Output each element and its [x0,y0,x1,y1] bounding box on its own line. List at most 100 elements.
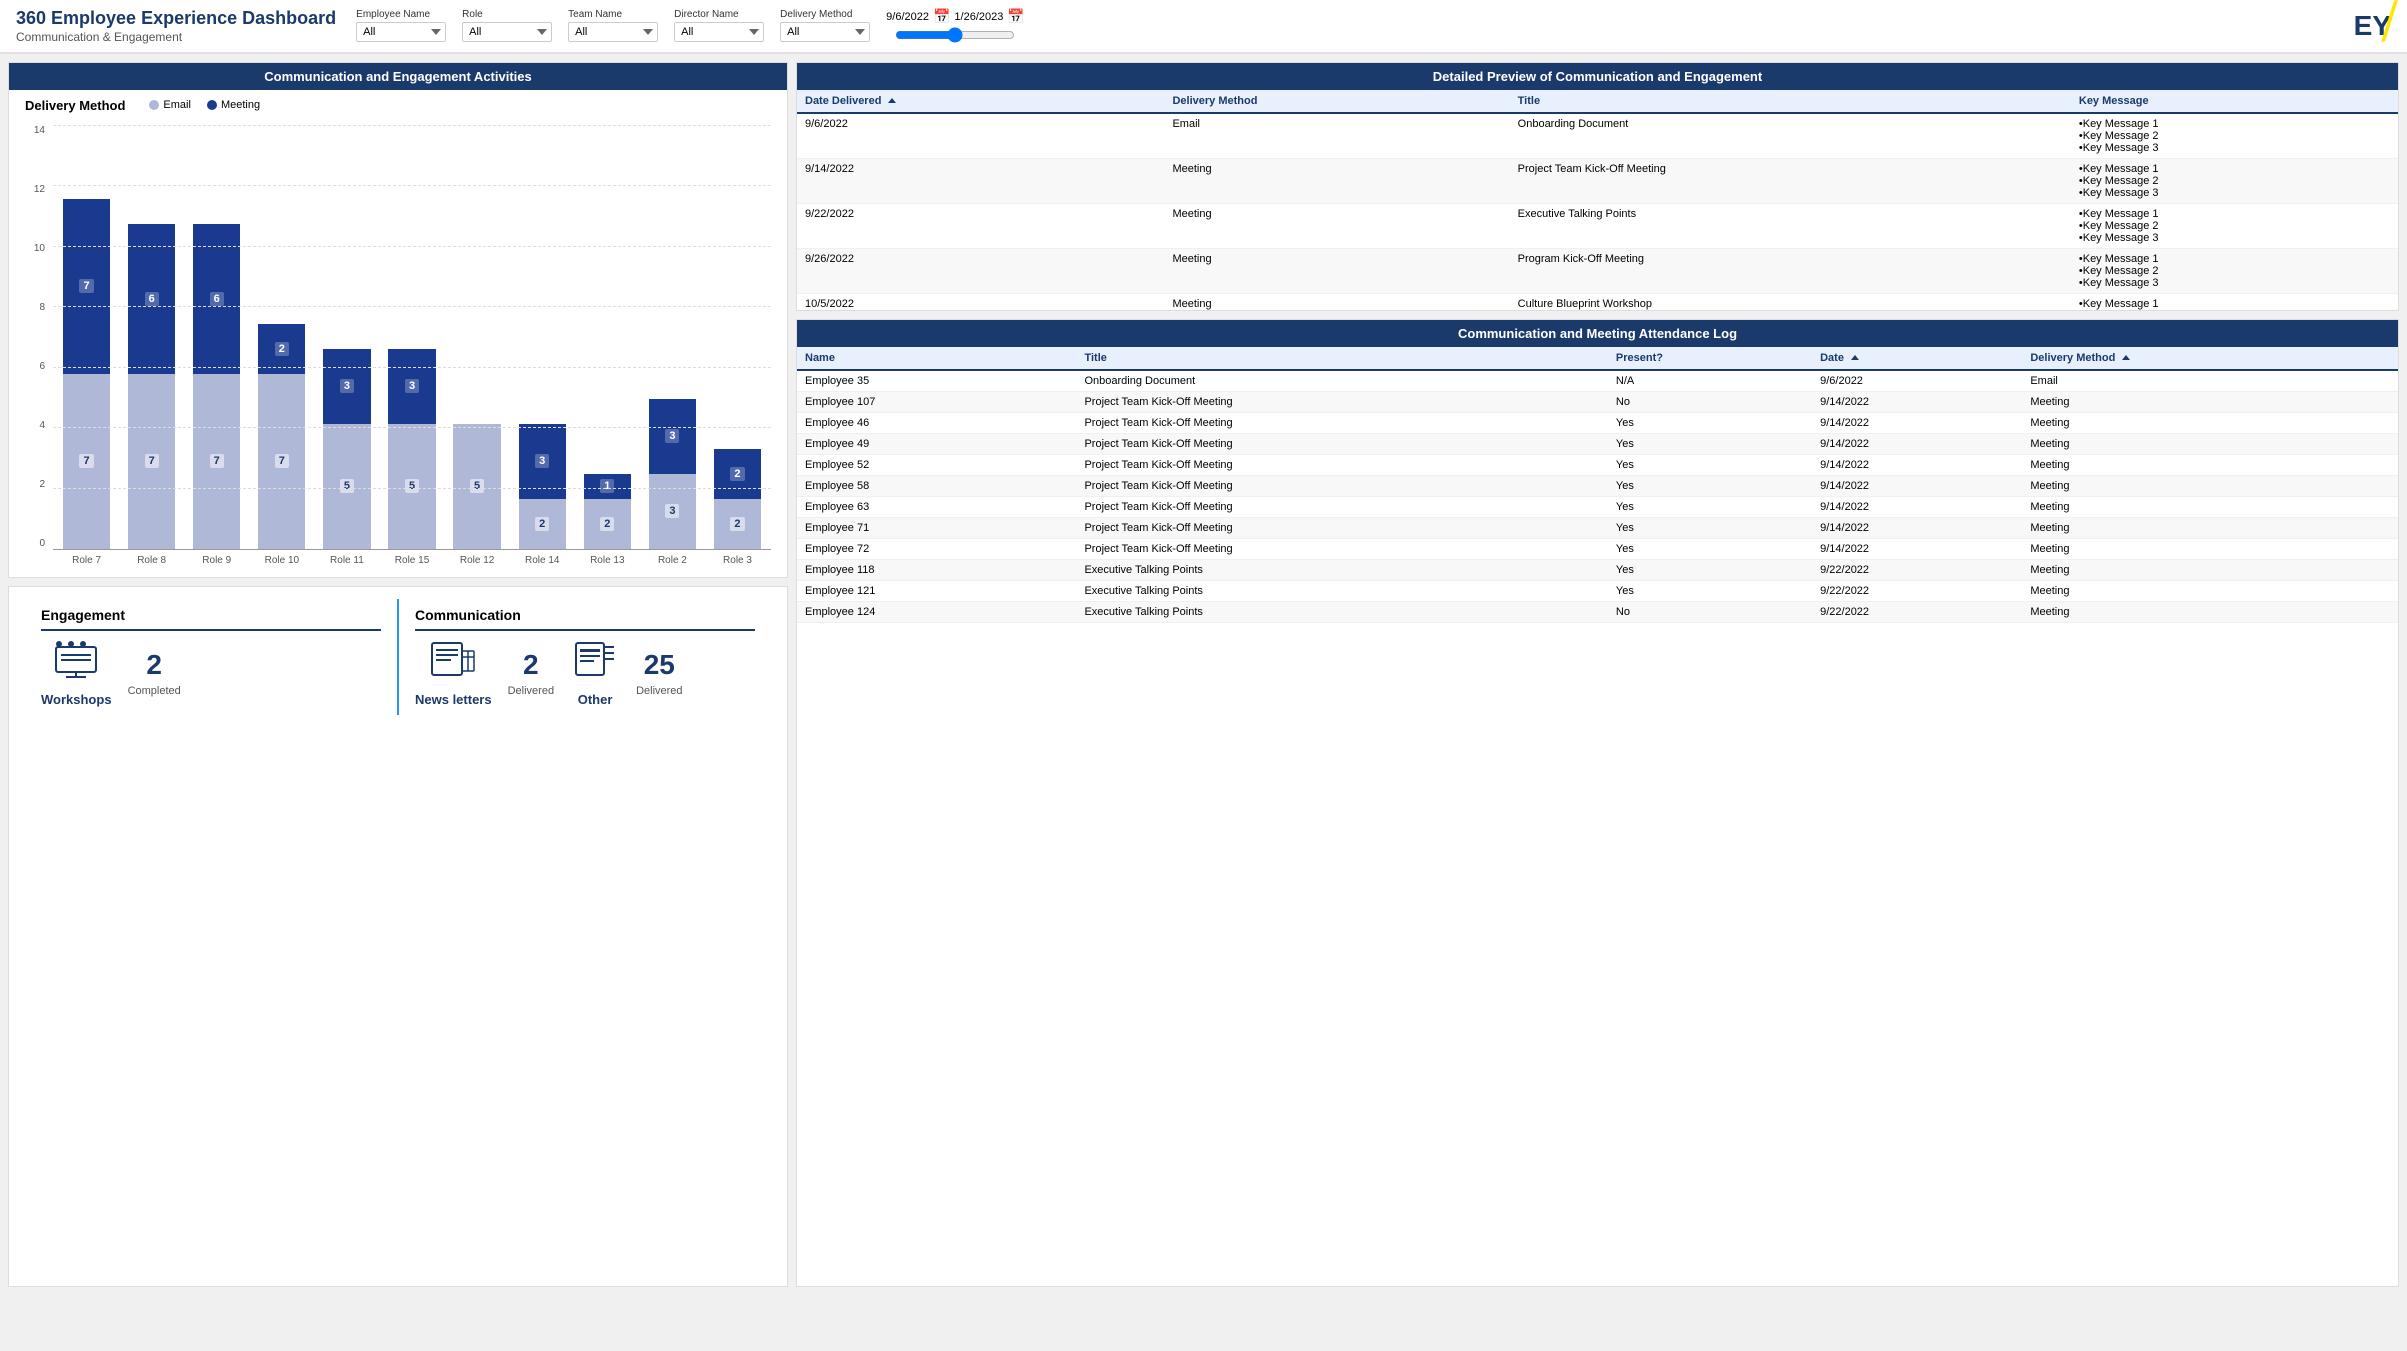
detail-date: 9/26/2022 [797,248,1164,293]
att-cell-date: 9/14/2022 [1812,433,2022,454]
workshops-label: Workshops [41,692,112,707]
role-label-0: Role 7 [57,551,116,566]
role-label-5: Role 15 [382,551,441,566]
meeting-label: 2 [275,342,289,356]
detail-messages: •Key Message 1•Key Message 2•Key Message… [2071,158,2398,203]
bar-stack-5: 35 [388,349,435,549]
role-label-8: Role 13 [578,551,637,566]
calendar-from-icon[interactable]: 📅 [933,8,950,25]
employee-name-label: Employee Name [356,9,446,20]
att-cell-present: Yes [1608,538,1812,559]
newsletters-label: News letters [415,692,492,707]
att-cell-method: Meeting [2022,601,2398,622]
email-segment: 2 [714,499,761,549]
right-panel: Detailed Preview of Communication and En… [796,62,2399,1287]
att-cell-present: N/A [1608,370,1812,392]
att-cell-date: 9/14/2022 [1812,475,2022,496]
bar-stack-0: 77 [63,199,110,549]
app-title: 360 Employee Experience Dashboard Commun… [16,8,336,44]
th-name[interactable]: Name [797,347,1076,370]
email-label: 7 [275,454,289,468]
detail-date: 10/5/2022 [797,293,1164,310]
key-message: •Key Message 3 [2079,142,2390,154]
email-label: 3 [665,504,679,518]
att-cell-method: Meeting [2022,391,2398,412]
meeting-segment: 3 [519,424,566,499]
meeting-label: 3 [665,429,679,443]
bar-stack-7: 32 [519,424,566,549]
th-key-message[interactable]: Key Message [2071,90,2398,113]
email-segment: 7 [193,374,240,549]
left-panel: Communication and Engagement Activities … [8,62,788,1287]
email-segment: 5 [388,424,435,549]
filters-container: Employee Name All Role All Team Name All… [356,8,2333,43]
att-cell-method: Meeting [2022,475,2398,496]
att-cell-method: Meeting [2022,454,2398,475]
detail-date: 9/6/2022 [797,113,1164,159]
bars-container: 776767273535532123322 [53,125,771,549]
attendance-scroll[interactable]: Name Title Present? Date Delivery Method… [797,347,2398,627]
bar-group-role-8: 67 [122,224,181,549]
legend-email: Email [149,99,191,111]
attendance-header: Name Title Present? Date Delivery Method [797,347,2398,370]
att-cell-present: Yes [1608,412,1812,433]
att-cell-method: Email [2022,370,2398,392]
attendance-row: Employee 46Project Team Kick-Off Meeting… [797,412,2398,433]
meeting-label: 3 [340,379,354,393]
th-delivery-method[interactable]: Delivery Method [1164,90,1509,113]
att-cell-title: Project Team Kick-Off Meeting [1076,538,1607,559]
bar-stack-4: 35 [323,349,370,549]
bar-group-role-12: 5 [448,424,507,549]
sort-att-method-icon [2122,355,2130,360]
meeting-segment: 3 [323,349,370,424]
role-label-3: Role 10 [252,551,311,566]
delivery-method-select[interactable]: All [780,22,870,42]
role-labels-container: Role 7Role 8Role 9Role 10Role 11Role 15R… [53,551,771,566]
email-segment: 5 [453,424,500,549]
th-present[interactable]: Present? [1608,347,1812,370]
calendar-to-icon[interactable]: 📅 [1007,8,1024,25]
detail-table-scroll[interactable]: Date Delivered Delivery Method Title Key… [797,90,2398,310]
th-date-delivered[interactable]: Date Delivered [797,90,1164,113]
date-range-slider[interactable] [895,27,1015,43]
meeting-label: 3 [405,379,419,393]
role-label-6: Role 12 [448,551,507,566]
email-segment: 2 [519,499,566,549]
engagement-title: Engagement [41,607,381,631]
detail-table-header: Date Delivered Delivery Method Title Key… [797,90,2398,113]
att-cell-present: Yes [1608,559,1812,580]
role-label-9: Role 2 [643,551,702,566]
workshops-sublabel: Completed [128,685,181,697]
workshops-count-item: 2 Completed [128,649,181,697]
att-cell-name: Employee 118 [797,559,1076,580]
detail-date: 9/22/2022 [797,203,1164,248]
bar-group-role-15: 35 [382,349,441,549]
att-cell-title: Executive Talking Points [1076,559,1607,580]
key-message: •Key Message 3 [2079,232,2390,244]
th-title[interactable]: Title [1510,90,2071,113]
bar-stack-9: 33 [649,399,696,549]
role-label-4: Role 11 [317,551,376,566]
employee-name-select[interactable]: All [356,22,446,42]
email-segment: 7 [128,374,175,549]
att-cell-date: 9/14/2022 [1812,391,2022,412]
th-date[interactable]: Date [1812,347,2022,370]
att-cell-date: 9/14/2022 [1812,412,2022,433]
th-delivery-method-att[interactable]: Delivery Method [2022,347,2398,370]
ey-logo: EY ╱ [2354,10,2391,42]
att-cell-method: Meeting [2022,517,2398,538]
director-name-select[interactable]: All [674,22,764,42]
newsletters-icon [428,639,478,688]
team-name-select[interactable]: All [568,22,658,42]
th-att-title[interactable]: Title [1076,347,1607,370]
other-icon [570,639,620,688]
detail-method: Meeting [1164,203,1509,248]
meeting-label: 1 [600,479,614,493]
bars-area: 776767273535532123322 Role 7Role 8Role 9… [53,125,771,573]
role-select[interactable]: All [462,22,552,42]
email-label: 7 [145,454,159,468]
role-label-10: Role 3 [708,551,767,566]
detail-messages: •Key Message 1•Key Message 2•Key Message… [2071,203,2398,248]
delivery-method-label: Delivery Method [780,9,870,20]
email-label: 5 [470,479,484,493]
